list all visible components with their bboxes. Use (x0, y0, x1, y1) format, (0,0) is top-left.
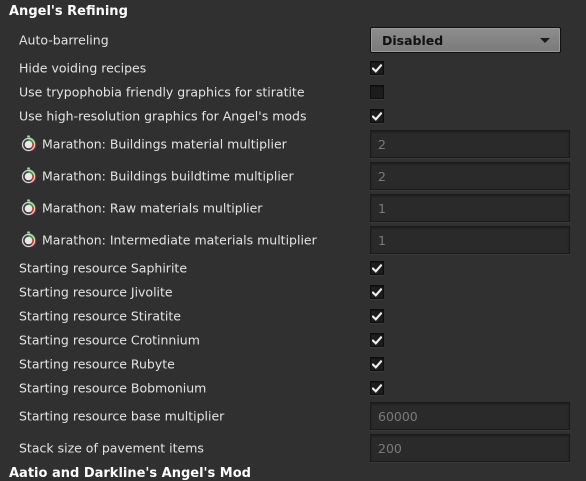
setting-label: Starting resource base multiplier (19, 408, 225, 424)
number-field-marathon-raw-materials-multiplier[interactable]: 1 (370, 194, 570, 222)
setting-row-use-trypophobia-friendly-graphics-for-stiratite: Use trypophobia friendly graphics for st… (0, 80, 586, 104)
checkmark-icon (372, 111, 382, 121)
setting-label: Hide voiding recipes (19, 60, 147, 76)
checkbox-starting-resource-bobmonium[interactable] (370, 381, 384, 395)
setting-label: Stack size of pavement items (19, 440, 204, 456)
checkmark-icon (372, 383, 382, 393)
setting-label: Starting resource Rubyte (19, 356, 175, 372)
checkmark-icon (372, 359, 382, 369)
checkmark-icon (372, 311, 382, 321)
dropdown-auto-barreling[interactable]: Disabled (370, 27, 561, 53)
setting-row-starting-resource-base-multiplier: Starting resource base multiplier 60000 (0, 402, 586, 430)
setting-label: Starting resource Crotinnium (19, 332, 200, 348)
setting-row-marathon-intermediate-materials-multiplier: Marathon: Intermediate materials multipl… (0, 226, 586, 254)
setting-row-starting-resource-stiratite: Starting resource Stiratite (0, 304, 586, 328)
section-title: Angel's Refining (9, 4, 128, 19)
setting-row-starting-resource-bobmonium: Starting resource Bobmonium (0, 376, 586, 400)
dropdown-value: Disabled (382, 32, 444, 48)
checkmark-icon (372, 263, 382, 273)
setting-row-marathon-buildings-material-multiplier: Marathon: Buildings material multiplier 2 (0, 130, 586, 158)
setting-row-auto-barreling: Auto-barreling Disabled (0, 27, 586, 53)
setting-label: Auto-barreling (19, 32, 109, 48)
setting-label: Use trypophobia friendly graphics for st… (19, 84, 305, 100)
setting-row-use-high-resolution-graphics-for-angel-s-mods: Use high-resolution graphics for Angel's… (0, 104, 586, 128)
marathon-clock-icon (20, 231, 37, 249)
setting-row-marathon-raw-materials-multiplier: Marathon: Raw materials multiplier 1 (0, 194, 586, 222)
checkbox-starting-resource-crotinnium[interactable] (370, 333, 384, 347)
marathon-clock-icon (20, 135, 37, 153)
checkbox-starting-resource-rubyte[interactable] (370, 357, 384, 371)
checkbox-use-high-resolution-graphics-for-angel-s-mods[interactable] (370, 109, 384, 123)
setting-row-starting-resource-saphirite: Starting resource Saphirite (0, 256, 586, 280)
checkbox-starting-resource-jivolite[interactable] (370, 285, 384, 299)
setting-label: Starting resource Jivolite (19, 284, 173, 300)
setting-label: Marathon: Raw materials multiplier (42, 200, 263, 216)
setting-row-starting-resource-jivolite: Starting resource Jivolite (0, 280, 586, 304)
checkmark-icon (372, 287, 382, 297)
setting-label: Starting resource Stiratite (19, 308, 181, 324)
chevron-down-icon (540, 38, 550, 43)
number-field-marathon-buildings-buildtime-multiplier[interactable]: 2 (370, 162, 570, 190)
setting-label: Use high-resolution graphics for Angel's… (19, 108, 307, 124)
checkmark-icon (372, 335, 382, 345)
setting-label: Starting resource Bobmonium (19, 380, 207, 396)
setting-label: Marathon: Buildings material multiplier (42, 136, 287, 152)
number-field-starting-resource-base-multiplier[interactable]: 60000 (370, 402, 570, 430)
marathon-clock-icon (20, 199, 37, 217)
number-field-marathon-intermediate-materials-multiplier[interactable]: 1 (370, 226, 570, 254)
marathon-clock-icon (20, 167, 37, 185)
setting-row-starting-resource-rubyte: Starting resource Rubyte (0, 352, 586, 376)
number-field-marathon-buildings-material-multiplier[interactable]: 2 (370, 130, 570, 158)
checkbox-hide-voiding-recipes[interactable] (370, 61, 384, 75)
next-section-title: Aatio and Darkline's Angel's Mod (9, 466, 251, 481)
number-field-stack-size-of-pavement-items[interactable]: 200 (370, 434, 570, 462)
setting-row-starting-resource-crotinnium: Starting resource Crotinnium (0, 328, 586, 352)
setting-row-stack-size-of-pavement-items: Stack size of pavement items 200 (0, 434, 586, 462)
setting-label: Starting resource Saphirite (19, 260, 188, 276)
setting-row-marathon-buildings-buildtime-multiplier: Marathon: Buildings buildtime multiplier… (0, 162, 586, 190)
checkmark-icon (372, 63, 382, 73)
checkbox-starting-resource-stiratite[interactable] (370, 309, 384, 323)
checkbox-starting-resource-saphirite[interactable] (370, 261, 384, 275)
setting-label: Marathon: Intermediate materials multipl… (42, 232, 317, 248)
setting-label: Marathon: Buildings buildtime multiplier (42, 168, 294, 184)
checkbox-use-trypophobia-friendly-graphics-for-stiratite[interactable] (370, 85, 384, 99)
setting-row-hide-voiding-recipes: Hide voiding recipes (0, 56, 586, 80)
